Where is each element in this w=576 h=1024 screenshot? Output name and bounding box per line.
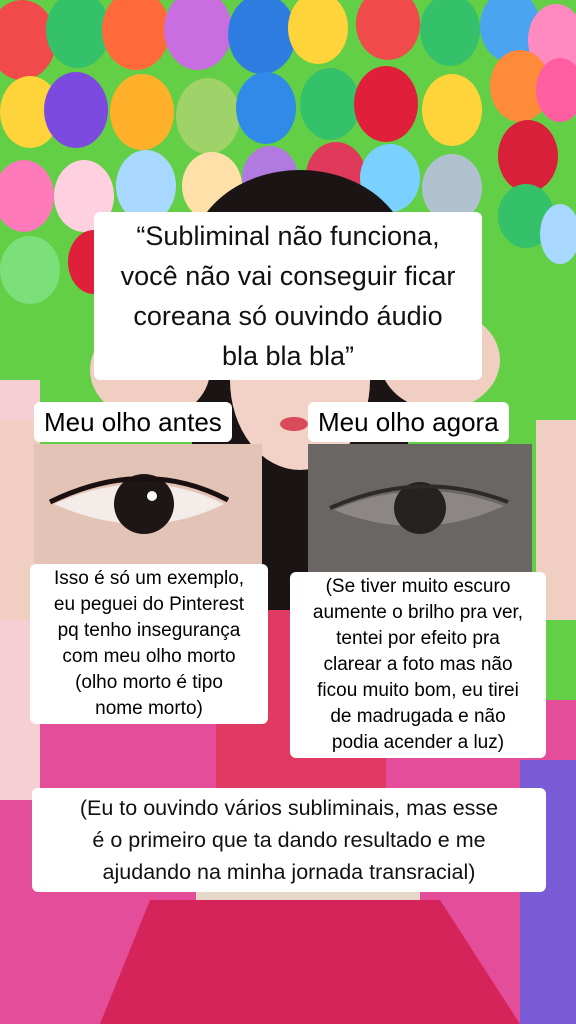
before-note-line: Isso é só um exemplo, xyxy=(53,568,245,589)
bottom-caption-line: é o primeiro que ta dando resultado e me xyxy=(92,828,486,852)
bottom-caption-line: (Eu to ouvindo vários subliminais, mas e… xyxy=(79,796,499,820)
bottom-caption: (Eu to ouvindo vários subliminais, mas e… xyxy=(32,788,546,892)
before-eye-photo xyxy=(34,444,262,566)
main-caption: “Subliminal não funciona, você não vai c… xyxy=(94,212,482,380)
main-caption-line: bla bla bla” xyxy=(221,341,355,371)
main-caption-line: você não vai conseguir ficar xyxy=(120,261,456,291)
after-note-line: ficou muito bom, eu tirei xyxy=(317,680,519,701)
after-eye-photo xyxy=(308,444,532,574)
after-note-line: aumente o brilho pra ver, xyxy=(312,602,524,623)
after-note-line: clarear a foto mas não xyxy=(323,654,513,675)
after-note-line: tentei por efeito pra xyxy=(336,628,500,649)
before-note: Isso é só um exemplo, eu peguei do Pinte… xyxy=(30,564,268,724)
before-note-line: pq tenho insegurança xyxy=(57,620,241,641)
bottom-caption-line: ajudando na minha jornada transracial) xyxy=(102,860,476,884)
main-caption-line: coreana só ouvindo áudio xyxy=(133,301,443,331)
after-label: Meu olho agora xyxy=(308,402,509,442)
before-note-line: (olho morto é tipo xyxy=(75,672,223,693)
main-caption-line: “Subliminal não funciona, xyxy=(136,221,440,251)
after-note: (Se tiver muito escuro aumente o brilho … xyxy=(290,572,546,758)
before-note-line: eu peguei do Pinterest xyxy=(53,594,245,615)
after-note-line: (Se tiver muito escuro xyxy=(325,576,511,597)
after-note-line: de madrugada e não xyxy=(330,706,506,727)
before-note-line: nome morto) xyxy=(95,698,203,719)
before-note-line: com meu olho morto xyxy=(62,646,236,667)
before-label: Meu olho antes xyxy=(34,402,232,442)
after-note-line: podia acender a luz) xyxy=(331,732,505,753)
